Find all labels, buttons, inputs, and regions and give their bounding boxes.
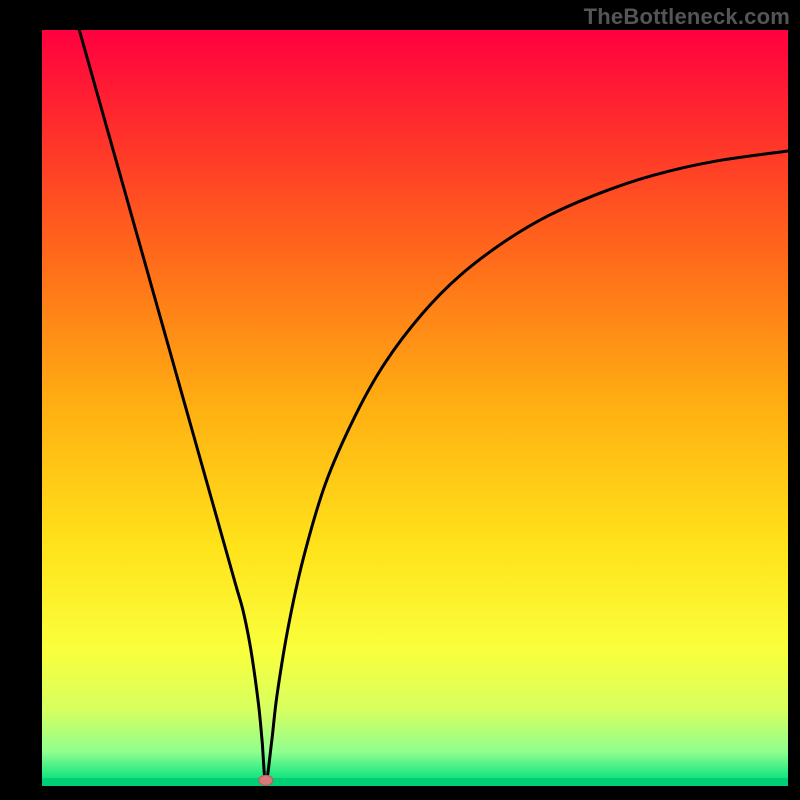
chart-frame: TheBottleneck.com — [0, 0, 800, 800]
bottleneck-chart — [0, 0, 800, 800]
gradient-background — [42, 30, 788, 786]
baseline-band — [42, 778, 788, 786]
minimum-marker — [259, 775, 273, 785]
